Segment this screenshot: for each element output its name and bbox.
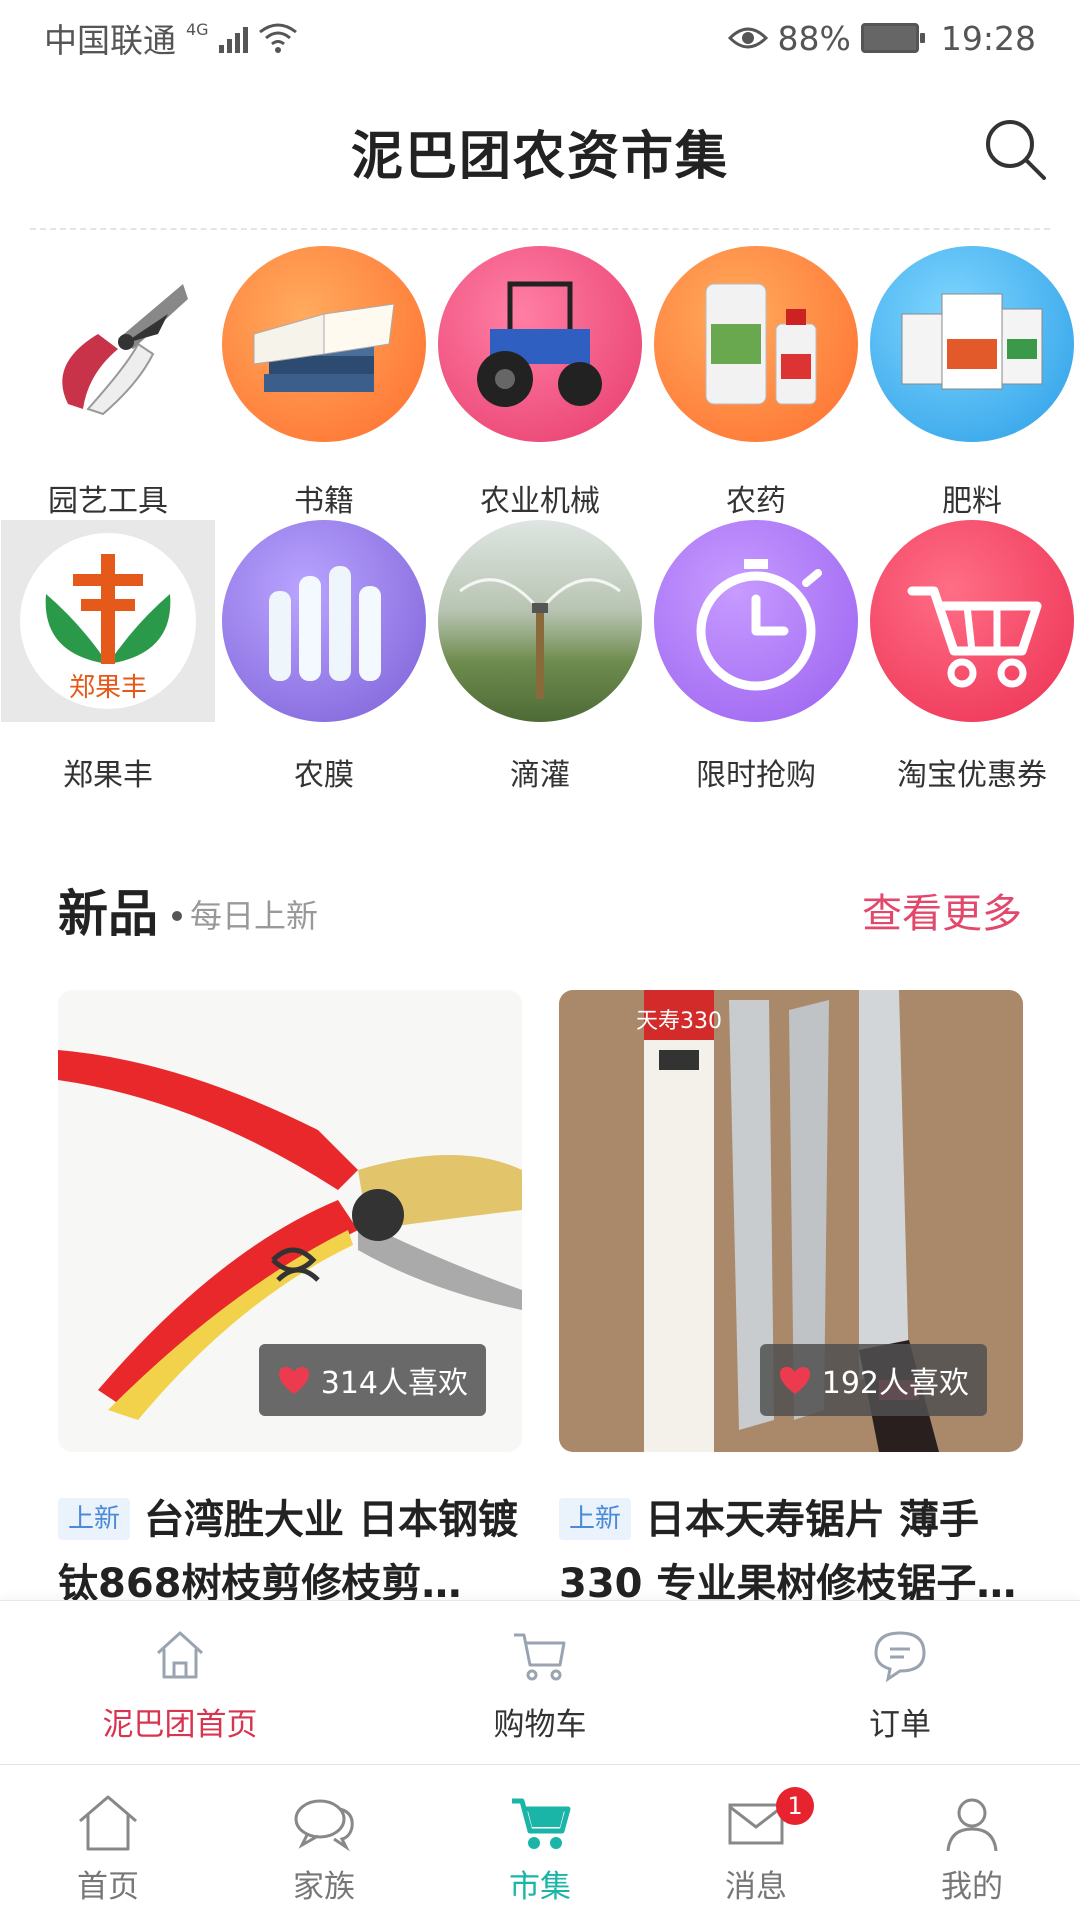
- new-tag: 上新: [559, 1498, 632, 1540]
- product-card[interactable]: 天寿330 192人喜欢 上新 日本天寿锯片 薄手330 专业果树修枝锯子…: [559, 990, 1023, 1616]
- status-right: 88% 19:28: [727, 18, 1036, 58]
- tab-label: 消息: [725, 1869, 787, 1905]
- heart-icon: [779, 1367, 810, 1394]
- tab-profile[interactable]: 我的: [864, 1765, 1080, 1920]
- subtab-cart[interactable]: 购物车: [360, 1601, 720, 1764]
- package-text: 天寿330: [636, 1009, 722, 1034]
- category-label: 农膜: [294, 758, 354, 793]
- category-books[interactable]: 书籍: [216, 246, 432, 520]
- eye-icon: [727, 27, 768, 49]
- product-image[interactable]: 天寿330 192人喜欢: [559, 990, 1023, 1452]
- tab-label: 家族: [293, 1869, 355, 1905]
- category-label: 郑果丰: [63, 758, 153, 793]
- category-drip-irrigation[interactable]: 滴灌: [432, 520, 648, 794]
- logo-text: 郑果丰: [69, 673, 147, 703]
- category-label: 书籍: [294, 484, 354, 519]
- category-label: 滴灌: [510, 758, 570, 793]
- message-badge: 1: [776, 1787, 814, 1825]
- view-more-link[interactable]: 查看更多: [862, 881, 1022, 939]
- product-title[interactable]: 上新 日本天寿锯片 薄手330 专业果树修枝锯子…: [559, 1488, 1023, 1616]
- category-label: 农业机械: [480, 484, 600, 519]
- pesticide-bottles-icon: [654, 246, 858, 442]
- film-rolls-icon: [222, 520, 426, 722]
- category-grid: 园艺工具 书籍 农业机械 农药 肥料 郑果丰 郑果丰 农膜 滴灌 限时抢购 淘宝…: [0, 246, 1080, 794]
- heart-icon: [278, 1367, 309, 1394]
- subtab-orders[interactable]: 订单: [720, 1601, 1080, 1764]
- chat-icon: [294, 1799, 354, 1852]
- subtab-home[interactable]: 泥巴团首页: [0, 1601, 360, 1764]
- battery-icon: [860, 23, 925, 53]
- fertilizer-bags-icon: [870, 246, 1074, 442]
- category-label: 肥料: [942, 484, 1002, 519]
- tab-label: 市集: [509, 1869, 571, 1905]
- home-outline-icon: [156, 1631, 204, 1679]
- tractor-icon: [438, 246, 642, 442]
- page-title: 泥巴团农资市集: [350, 126, 729, 187]
- network-type: 4G: [186, 20, 209, 39]
- section-title: 新品: [58, 885, 158, 943]
- like-badge: 314人喜欢: [258, 1344, 486, 1416]
- bottom-tab-bar: 首页 家族 市集 1 消息 我的: [0, 1764, 1080, 1920]
- product-title[interactable]: 上新 台湾胜大业 日本钢镀钛868树枝剪修枝剪…: [58, 1488, 522, 1616]
- category-zhengguofeng[interactable]: 郑果丰 郑果丰: [0, 520, 216, 794]
- app-header: 泥巴团农资市集: [0, 76, 1080, 226]
- user-icon: [946, 1798, 998, 1852]
- subtab-label: 订单: [869, 1707, 931, 1743]
- carrier-label: 中国联通: [44, 21, 176, 60]
- separator-dot: [172, 911, 182, 921]
- new-products-header: 新品 每日上新 查看更多: [58, 870, 1022, 950]
- shopping-cart-icon: [870, 520, 1074, 722]
- tab-messages[interactable]: 1 消息: [648, 1765, 864, 1920]
- category-flash-sale[interactable]: 限时抢购: [648, 520, 864, 794]
- category-pesticide[interactable]: 农药: [648, 246, 864, 520]
- category-taobao-coupon[interactable]: 淘宝优惠券: [864, 520, 1080, 794]
- cart-outline-icon: [514, 1633, 566, 1681]
- category-label: 淘宝优惠券: [897, 758, 1047, 793]
- category-label: 限时抢购: [696, 758, 816, 793]
- signal-icon: [218, 23, 248, 53]
- clock: 19:28: [940, 18, 1036, 58]
- product-image[interactable]: 314人喜欢: [58, 990, 522, 1452]
- search-icon[interactable]: [980, 114, 1052, 186]
- tab-market[interactable]: 市集: [432, 1765, 648, 1920]
- like-count: 192人喜欢: [821, 1366, 969, 1401]
- new-tag: 上新: [58, 1498, 131, 1540]
- section-subtitle: 每日上新: [190, 897, 319, 935]
- category-machinery[interactable]: 农业机械: [432, 246, 648, 520]
- books-icon: [222, 246, 426, 442]
- category-film[interactable]: 农膜: [216, 520, 432, 794]
- tab-label: 我的: [941, 1869, 1003, 1905]
- stopwatch-icon: [654, 520, 858, 722]
- home-icon: [79, 1795, 137, 1851]
- like-count: 314人喜欢: [320, 1366, 468, 1401]
- like-badge: 192人喜欢: [759, 1344, 987, 1416]
- wifi-icon: [258, 23, 297, 53]
- sprinkler-icon: [438, 520, 642, 722]
- header-divider: [30, 228, 1050, 230]
- pruning-shears-icon: [6, 246, 210, 442]
- subtab-label: 购物车: [493, 1707, 587, 1743]
- cart-icon: [512, 1798, 571, 1849]
- tab-home[interactable]: 首页: [0, 1765, 216, 1920]
- chat-bubble-icon: [874, 1631, 926, 1683]
- tab-label: 首页: [77, 1869, 139, 1905]
- battery-percent: 88%: [777, 18, 851, 58]
- product-card[interactable]: 314人喜欢 上新 台湾胜大业 日本钢镀钛868树枝剪修枝剪…: [58, 990, 522, 1616]
- status-left: 中国联通 4G: [44, 14, 298, 62]
- category-label: 园艺工具: [48, 484, 168, 519]
- status-bar: 中国联通 4G 88% 19:28: [0, 0, 1080, 76]
- category-label: 农药: [726, 484, 786, 519]
- tab-family[interactable]: 家族: [216, 1765, 432, 1920]
- category-fertilizer[interactable]: 肥料: [864, 246, 1080, 520]
- zhengguofeng-logo-icon: 郑果丰: [1, 520, 215, 722]
- market-sub-tab-bar: 泥巴团首页 购物车 订单: [0, 1600, 1080, 1764]
- category-garden-tools[interactable]: 园艺工具: [0, 246, 216, 520]
- subtab-label: 泥巴团首页: [102, 1707, 258, 1743]
